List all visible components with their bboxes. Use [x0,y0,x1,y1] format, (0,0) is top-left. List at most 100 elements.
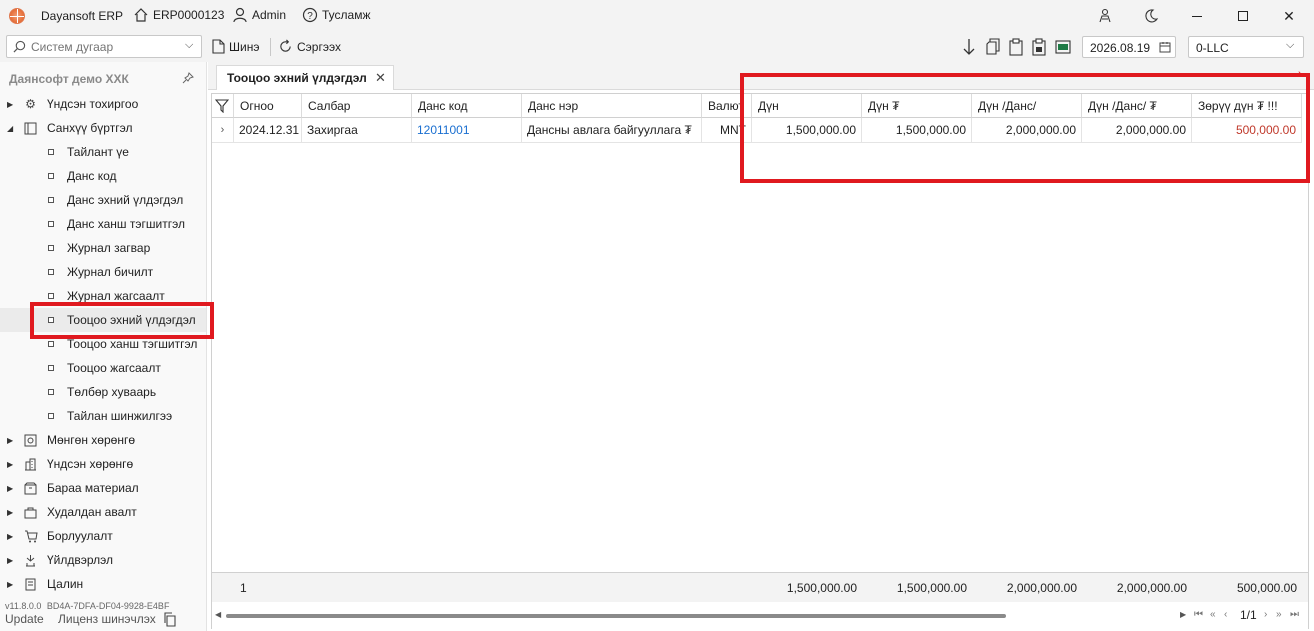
next-page-icon[interactable]: » [1276,609,1282,620]
cell-account-amount[interactable]: 2,000,000.00 [972,118,1082,143]
collapse-arrow-icon[interactable]: ◢ [7,124,13,133]
sidebar-item-cash[interactable]: ▶ Мөнгөн хөрөнгө [0,428,206,452]
expand-arrow-icon[interactable]: ▶ [7,556,13,565]
license-update-link[interactable]: Лиценз шинэчлэх [58,612,156,626]
sidebar-item-account-opening-balance[interactable]: Данс эхний үлдэгдэл [0,188,206,212]
company-select[interactable]: 0-LLC ⌵ [1188,36,1304,58]
theme-toggle[interactable] [1128,0,1174,32]
prev-icon[interactable]: ‹ [1224,609,1227,620]
chevron-right-icon[interactable]: › [1298,68,1302,80]
next-icon[interactable]: › [1264,609,1267,620]
expand-arrow-icon[interactable]: ▶ [7,484,13,493]
cell-difference[interactable]: 500,000.00 [1192,118,1302,143]
help-button[interactable]: ? Тусламж [302,7,370,23]
sidebar-item-settlement-list[interactable]: Тооцоо жагсаалт [0,356,206,380]
column-header-branch[interactable]: Салбар [302,94,412,118]
cell-branch[interactable]: Захиргаа [302,118,412,143]
scrollbar-thumb[interactable] [226,614,1006,618]
date-picker[interactable]: 2026.08.19 [1082,36,1176,58]
sidebar-item-journal-template[interactable]: Журнал загвар [0,236,206,260]
sidebar-item-report-analysis[interactable]: Тайлан шинжилгээ [0,404,206,428]
calendar-icon[interactable] [1159,41,1171,53]
cell-date[interactable]: 2024.12.31 [234,118,302,143]
sidebar-item-reporting-period[interactable]: Тайлант үе [0,140,206,164]
paste-special-icon[interactable] [1031,38,1047,56]
sidebar-item-journal-list[interactable]: Журнал жагсаалт [0,284,206,308]
update-link[interactable]: Update [5,612,44,626]
sidebar-item-account-code[interactable]: Данс код [0,164,206,188]
prev-page-icon[interactable]: « [1210,609,1216,620]
chevron-down-icon[interactable]: ⌵ [185,39,193,52]
expand-arrow-icon[interactable]: ▶ [7,460,13,469]
minimize-button[interactable] [1174,0,1220,32]
filter-button[interactable] [212,94,234,118]
pin-icon[interactable] [182,72,194,84]
column-header-amount-mnt[interactable]: Дүн ₮ [862,94,972,118]
excel-export-icon[interactable] [1055,39,1071,55]
copy-icon[interactable] [163,612,177,627]
sidebar-item-account-fx-revaluation[interactable]: Данс ханш тэгшитгэл [0,212,206,236]
first-page-icon[interactable]: ⏮ [1194,609,1203,620]
download-icon[interactable] [961,38,977,56]
cell-account-code[interactable]: 12011001 [412,118,522,143]
column-header-account-name[interactable]: Данс нэр [522,94,702,118]
column-header-amount[interactable]: Дүн [752,94,862,118]
column-header-currency[interactable]: Валют [702,94,752,118]
expand-arrow-icon[interactable]: ▶ [7,580,13,589]
new-button[interactable]: Шинэ [212,39,259,54]
robot-icon [1099,8,1111,23]
column-header-account-code[interactable]: Данс код [412,94,522,118]
search-input[interactable] [31,38,176,55]
maximize-button[interactable] [1220,0,1266,32]
refresh-button[interactable]: Сэргээх [278,39,341,54]
system-number-search[interactable]: ⌵ [6,35,202,58]
sidebar-item-fixed-assets[interactable]: ▶ Үндсэн хөрөнгө [0,452,206,476]
sidebar-item-journal-entry[interactable]: Журнал бичилт [0,260,206,284]
chevron-down-icon: ⌵ [1286,39,1295,51]
column-header-difference[interactable]: Зөрүү дүн ₮ !!! [1192,94,1302,118]
footer-amount-total: 1,500,000.00 [786,581,857,595]
cell-account-amount-mnt[interactable]: 2,000,000.00 [1082,118,1192,143]
version-info: v11.8.0.0 BD4A-7DFA-DF04-9928-E4BF [5,601,169,611]
column-header-account-amount-mnt[interactable]: Дүн /Данс/ ₮ [1082,94,1192,118]
erp-code[interactable]: ERP0000123 [133,7,224,23]
expand-row-icon[interactable]: › [212,118,234,143]
sidebar-item-payroll[interactable]: ▶ Цалин [0,572,206,596]
cell-currency[interactable]: MNT [702,118,752,143]
moon-icon [1145,9,1159,23]
paste-icon[interactable] [1008,38,1024,56]
expand-arrow-icon[interactable]: ▶ [7,508,13,517]
close-tab-icon[interactable]: ✕ [375,70,386,86]
scroll-left-icon[interactable]: ◀ [215,610,221,619]
sidebar-item-purchasing[interactable]: ▶ Худалдан авалт [0,500,206,524]
help-label: Тусламж [322,8,371,22]
copy-icon[interactable] [985,38,1001,56]
column-header-account-amount[interactable]: Дүн /Данс/ [972,94,1082,118]
horizontal-scrollbar[interactable]: ◀ ▶ ⏮ « ‹ 1/1 › » ⏭ [212,603,1308,629]
expand-arrow-icon[interactable]: ▶ [7,532,13,541]
sidebar-item-general-settings[interactable]: ▶ ⚙ Үндсэн тохиргоо [0,92,206,116]
app-logo [9,8,25,24]
close-button[interactable]: ✕ [1266,0,1312,32]
tab-settlement-opening-balance[interactable]: Тооцоо эхний үлдэгдэл ✕ [216,65,394,90]
scroll-right-icon[interactable]: ▶ [1180,610,1186,619]
cell-account-name[interactable]: Дансны авлага байгууллага ₮ [522,118,702,143]
expand-arrow-icon[interactable]: ▶ [7,436,13,445]
bullet-icon [48,293,54,299]
assistant-button[interactable] [1082,0,1128,32]
cell-amount-mnt[interactable]: 1,500,000.00 [862,118,972,143]
column-header-date[interactable]: Огноо [234,94,302,118]
sidebar-item-finance[interactable]: ◢ Санхүү бүртгэл [0,116,206,140]
refresh-icon [280,39,291,52]
user-button[interactable]: Admin [232,7,286,23]
sidebar-item-sales[interactable]: ▶ Борлуулалт [0,524,206,548]
sidebar-item-settlement-opening-balance[interactable]: Тооцоо эхний үлдэгдэл [0,308,206,332]
cell-amount[interactable]: 1,500,000.00 [752,118,862,143]
last-page-icon[interactable]: ⏭ [1290,609,1299,620]
close-icon: ✕ [1283,7,1295,24]
sidebar-item-inventory[interactable]: ▶ Бараа материал [0,476,206,500]
sidebar-item-manufacturing[interactable]: ▶ Үйлдвэрлэл [0,548,206,572]
sidebar-item-settlement-fx-revaluation[interactable]: Тооцоо ханш тэгшитгэл [0,332,206,356]
expand-arrow-icon[interactable]: ▶ [7,100,13,109]
sidebar-item-payment-schedule[interactable]: Төлбөр хуваарь [0,380,206,404]
